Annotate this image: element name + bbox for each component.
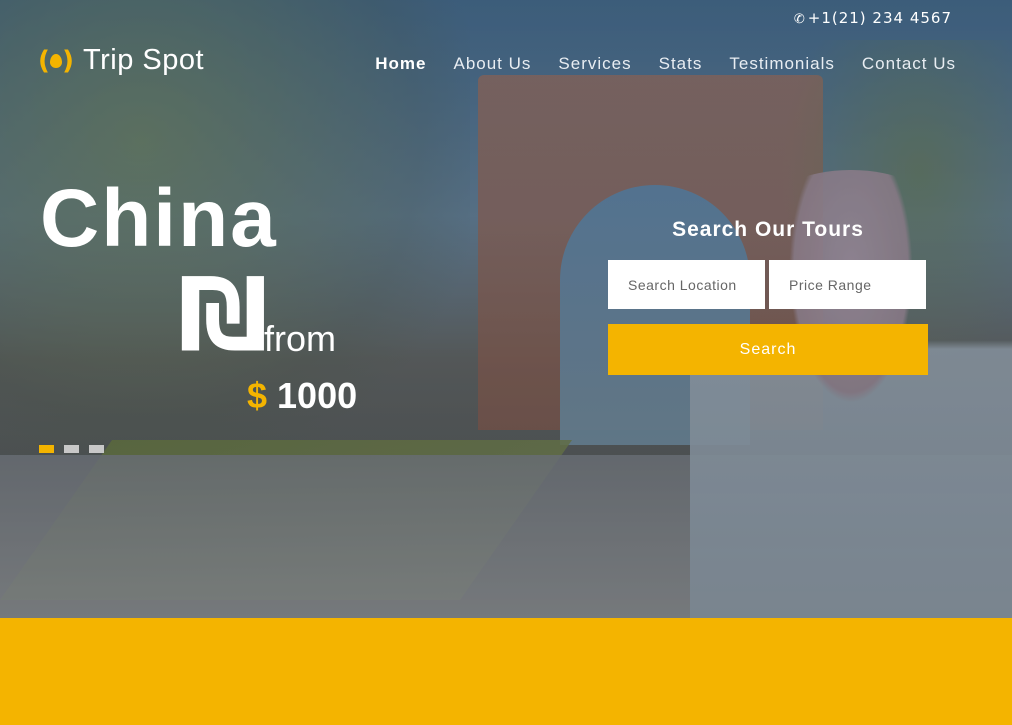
slider-dot-2[interactable] <box>64 445 79 453</box>
hero-section <box>0 0 1012 618</box>
nav-services[interactable]: Services <box>558 54 631 74</box>
phone-number: +1(21) 234 4567 <box>807 9 952 27</box>
hero-price: $1000 <box>247 375 357 417</box>
main-nav: Home About Us Services Stats Testimonial… <box>375 54 956 74</box>
hero-overlay <box>0 0 1012 618</box>
slider-dot-3[interactable] <box>89 445 104 453</box>
site-logo[interactable]: () Trip Spot <box>38 44 204 77</box>
price-amount: 1000 <box>277 375 358 416</box>
hero-title: China <box>40 173 278 264</box>
flame-logo-icon: () <box>38 45 74 76</box>
search-button[interactable]: Search <box>608 324 928 375</box>
dollar-sign: $ <box>247 375 268 416</box>
nav-home[interactable]: Home <box>375 54 426 74</box>
price-range-input[interactable] <box>769 260 926 309</box>
nav-stats[interactable]: Stats <box>659 54 703 74</box>
slider-dot-1[interactable] <box>39 445 54 453</box>
yellow-section <box>0 618 1012 725</box>
nav-about-us[interactable]: About Us <box>453 54 531 74</box>
phone-icon: ✆ <box>793 12 806 27</box>
nav-contact-us[interactable]: Contact Us <box>862 54 956 74</box>
shekel-icon: ₪ <box>178 256 269 373</box>
from-label: from <box>264 318 336 359</box>
slider-dots <box>39 445 104 453</box>
brand-name: Trip Spot <box>83 44 205 76</box>
search-title: Search Our Tours <box>672 218 864 241</box>
nav-testimonials[interactable]: Testimonials <box>729 54 835 74</box>
phone-contact[interactable]: ✆ +1(21) 234 4567 <box>794 9 952 27</box>
search-location-input[interactable] <box>608 260 765 309</box>
